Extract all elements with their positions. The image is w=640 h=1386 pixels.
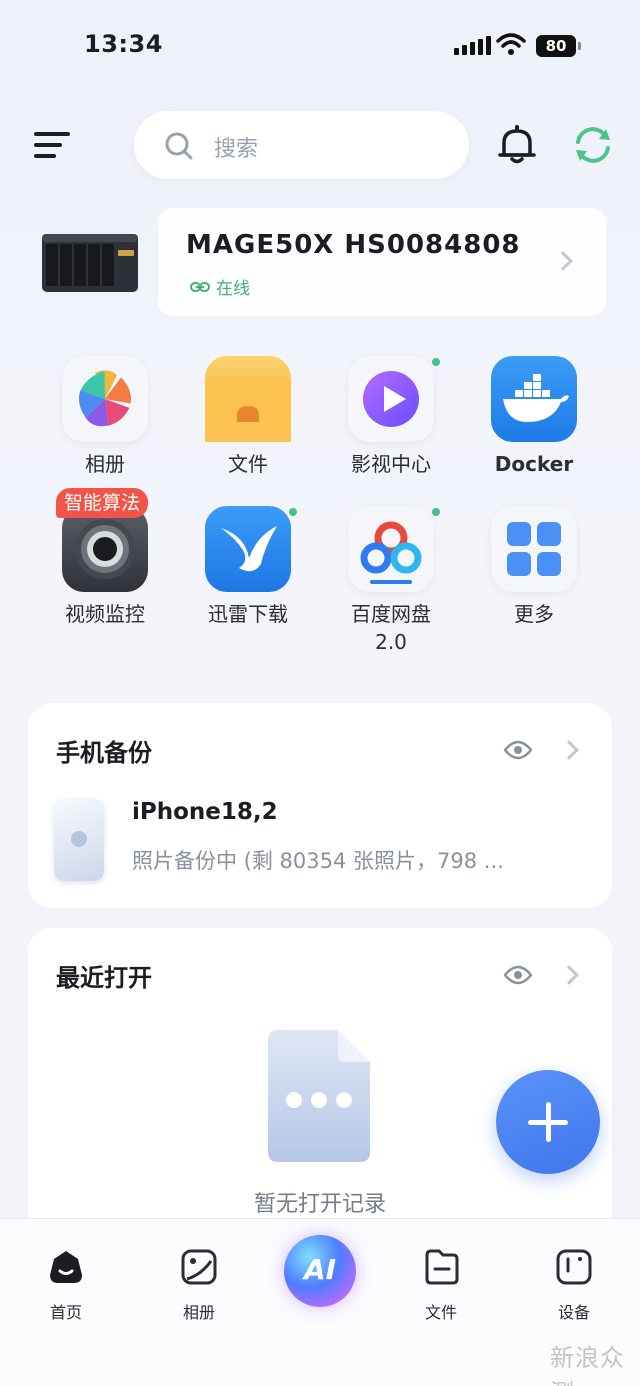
ai-assistant-button[interactable]: AI [284, 1235, 356, 1307]
bird-icon [205, 506, 291, 592]
device-name: MAGE50X HS0084808 [186, 230, 521, 260]
backup-status: 照片备份中 (剩 80354 张照片，798 ... [132, 849, 504, 873]
status-time: 13:34 [84, 30, 163, 58]
chevron-right-icon[interactable] [559, 965, 579, 985]
app-docker[interactable]: Docker [479, 356, 589, 478]
card-title: 手机备份 [56, 739, 152, 767]
phone-image [54, 799, 104, 881]
file-icon [425, 1249, 459, 1285]
search-icon [165, 132, 193, 160]
empty-file-icon [268, 1030, 370, 1162]
app-label: 文件 [228, 452, 268, 476]
watermark: 新浪众测 [550, 1344, 625, 1386]
eye-icon[interactable] [504, 965, 532, 985]
home-icon [50, 1251, 82, 1283]
tab-photos[interactable]: 相册 [159, 1247, 239, 1323]
ai-algorithm-badge: 智能算法 [56, 488, 149, 518]
app-files[interactable]: 文件 [193, 356, 303, 478]
folder-icon [205, 356, 291, 442]
device-icon [556, 1249, 592, 1285]
update-dot [289, 508, 297, 516]
update-dot [432, 508, 440, 516]
device-status-label: 在线 [216, 279, 250, 299]
search-placeholder: 搜索 [214, 137, 259, 162]
tab-devices[interactable]: 设备 [534, 1247, 614, 1323]
wifi-icon [496, 33, 526, 55]
sync-icon[interactable] [572, 124, 614, 166]
search-input[interactable]: 搜索 [134, 111, 469, 179]
app-label: 更多 [514, 602, 554, 626]
app-photos[interactable]: 相册 [50, 356, 160, 478]
chevron-right-icon[interactable] [559, 740, 579, 760]
grid-icon [491, 506, 577, 592]
tab-label: 文件 [424, 1303, 457, 1322]
empty-text: 暂无打开记录 [253, 1192, 386, 1217]
card-title: 最近打开 [56, 964, 152, 992]
photo-icon [181, 1249, 217, 1285]
cellular-signal-icon [454, 36, 491, 55]
tab-label: 设备 [557, 1303, 590, 1322]
camera-icon [62, 506, 148, 592]
play-icon [348, 356, 434, 442]
app-label: 影视中心 [351, 452, 431, 476]
app-label: 相册 [85, 452, 125, 476]
app-label: 百度网盘 2.0 [351, 602, 431, 654]
app-video-surveillance[interactable]: 视频监控 [50, 506, 160, 628]
link-icon [190, 281, 210, 292]
photos-icon [62, 356, 148, 442]
device-status: 在线 [190, 274, 250, 299]
docker-icon [491, 356, 577, 442]
bell-icon[interactable] [498, 124, 536, 164]
battery-level: 80 [545, 37, 567, 55]
phone-backup-card[interactable]: 手机备份 iPhone18,2 照片备份中 (剩 80354 张照片，798 .… [28, 703, 612, 908]
status-bar: 13:34 80 [0, 0, 640, 90]
nas-device-image [42, 234, 138, 292]
update-dot [432, 358, 440, 366]
tab-bar: 首页 相册 AI 文件 设备 [0, 1218, 640, 1386]
menu-icon[interactable] [34, 132, 70, 160]
app-xunlei[interactable]: 迅雷下载 [193, 506, 303, 628]
app-video-center[interactable]: 影视中心 [336, 356, 446, 478]
tab-label: 首页 [49, 1303, 82, 1322]
tab-files[interactable]: 文件 [401, 1247, 481, 1323]
plus-icon-bar [528, 1120, 568, 1125]
chevron-right-icon [553, 251, 573, 271]
app-label: Docker [494, 452, 574, 476]
phone-name: iPhone18,2 [132, 799, 278, 825]
eye-icon[interactable] [504, 740, 532, 760]
app-label: 迅雷下载 [208, 602, 288, 626]
device-card[interactable]: MAGE50X HS0084808 在线 [158, 208, 606, 316]
app-baidu-netdisk[interactable]: 百度网盘 2.0 [336, 506, 446, 656]
cloud-icon [348, 506, 434, 592]
app-more[interactable]: 更多 [479, 506, 589, 628]
tab-label: 相册 [182, 1303, 215, 1322]
app-label: 视频监控 [65, 602, 145, 626]
tab-home[interactable]: 首页 [26, 1247, 106, 1323]
battery-indicator: 80 [536, 35, 581, 57]
ai-label: AI [303, 1253, 337, 1286]
add-button[interactable] [496, 1070, 600, 1174]
